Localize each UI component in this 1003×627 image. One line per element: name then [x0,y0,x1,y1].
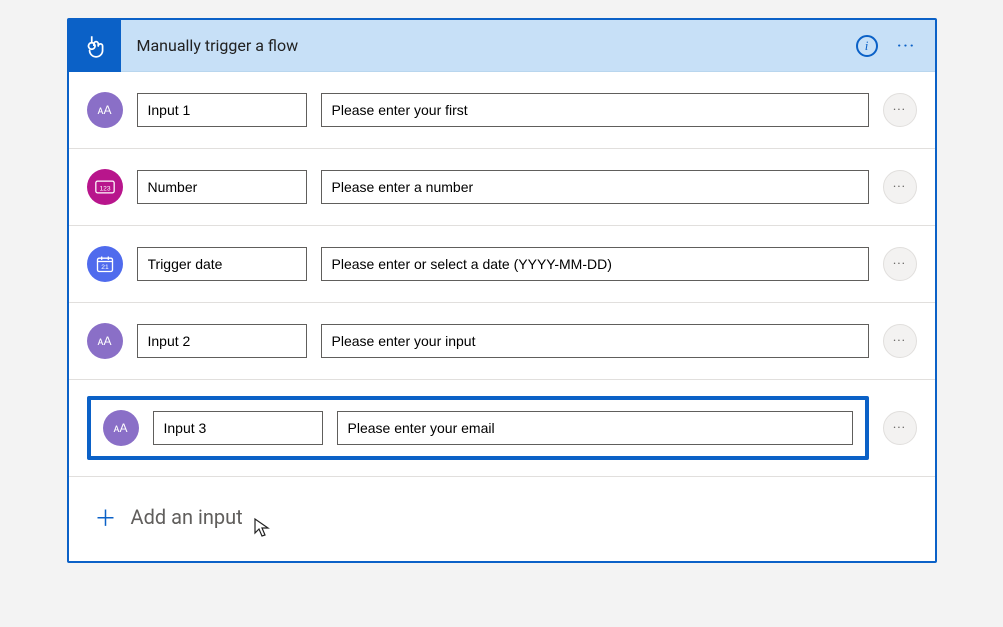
input-row: ᴀA ··· [69,303,935,380]
input-placeholder-field[interactable] [321,324,869,358]
input-row: 21 ··· [69,226,935,303]
add-input-button[interactable]: ＋ Add an input [69,477,935,561]
input-placeholder-field[interactable] [321,93,869,127]
input-name-field[interactable] [153,411,323,445]
plus-icon: ＋ [95,501,117,533]
card-menu-button[interactable]: ··· [887,26,927,66]
row-menu-button[interactable]: ··· [883,170,917,204]
info-button[interactable]: i [847,26,887,66]
card-title: Manually trigger a flow [121,36,847,55]
add-input-label: Add an input [131,505,243,529]
svg-text:123: 123 [99,185,110,192]
card-header: Manually trigger a flow i ··· [69,20,935,72]
text-type-icon: ᴀA [87,323,123,359]
input-row: ᴀA ··· [69,72,935,149]
input-placeholder-field[interactable] [337,411,853,445]
selection-highlight: ᴀA [87,396,869,460]
inputs-list: ᴀA ··· 123 ··· 21 [69,72,935,561]
trigger-card: Manually trigger a flow i ··· ᴀA ··· 123… [67,18,937,563]
date-type-icon: 21 [87,246,123,282]
svg-text:21: 21 [101,264,109,271]
input-placeholder-field[interactable] [321,247,869,281]
info-icon: i [856,35,878,57]
text-type-icon: ᴀA [87,92,123,128]
trigger-icon [69,20,121,72]
input-placeholder-field[interactable] [321,170,869,204]
input-row-selected: ᴀA ··· [69,380,935,477]
input-row: 123 ··· [69,149,935,226]
number-type-icon: 123 [87,169,123,205]
row-menu-button[interactable]: ··· [883,93,917,127]
input-name-field[interactable] [137,247,307,281]
input-name-field[interactable] [137,324,307,358]
input-name-field[interactable] [137,93,307,127]
text-type-icon: ᴀA [103,410,139,446]
input-name-field[interactable] [137,170,307,204]
row-menu-button[interactable]: ··· [883,324,917,358]
row-menu-button[interactable]: ··· [883,247,917,281]
row-menu-button[interactable]: ··· [883,411,917,445]
